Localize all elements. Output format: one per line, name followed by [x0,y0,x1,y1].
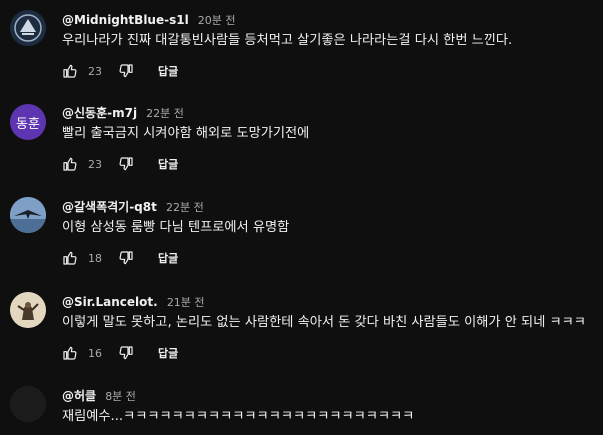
avatar[interactable] [10,197,46,233]
comment-author[interactable]: @MidnightBlue-s1l [62,13,189,27]
comment-author[interactable]: @허클 [62,389,96,403]
comment-author[interactable]: @Sir.Lancelot. [62,295,158,309]
thumbs-up-icon[interactable] [62,345,78,361]
comment-text: 이렇게 말도 못하고, 논리도 없는 사람한테 속아서 돈 갖다 바친 사람들도… [62,315,586,330]
thumbs-down-icon[interactable] [118,250,134,266]
like-count: 16 [88,346,102,360]
profile-picture-icon [10,386,46,422]
comment-time[interactable]: 21분 전 [167,296,205,309]
comment-time[interactable]: 8분 전 [105,390,136,403]
comment-actions: 23 답글 [62,61,178,81]
knight-icon [10,292,46,328]
avatar[interactable]: 동훈 [10,104,46,140]
reply-button[interactable]: 답글 [158,63,178,79]
thumbs-down-icon[interactable] [118,63,134,79]
comment-time[interactable]: 22분 전 [146,107,184,120]
avatar[interactable] [10,10,46,46]
like-count: 18 [88,251,102,265]
thumbs-up-icon[interactable] [62,250,78,266]
comment-author[interactable]: @신동훈-m7j [62,106,137,120]
like-count: 23 [88,64,102,78]
thumbs-up-icon[interactable] [62,156,78,172]
thumbs-up-icon[interactable] [62,63,78,79]
bomber-plane-icon [10,197,46,233]
avatar[interactable] [10,292,46,328]
reply-button[interactable]: 답글 [158,156,178,172]
reply-button[interactable]: 답글 [158,250,178,266]
avatar[interactable] [10,386,46,422]
comment-actions: 18 답글 [62,248,178,268]
comment-time[interactable]: 22분 전 [166,201,204,214]
comment-text: 빨리 출국금지 시켜야함 해외로 도망가기전에 [62,126,310,141]
avatar-initials: 동훈 [16,116,40,132]
comment-actions: 23 답글 [62,154,178,174]
comment-actions: 16 답글 [62,343,178,363]
thumbs-down-icon[interactable] [118,156,134,172]
comment-time[interactable]: 20분 전 [198,14,236,27]
like-count: 23 [88,157,102,171]
comment-text: 우리나라가 진짜 대갈통빈사람들 등처먹고 살기좋은 나라라는걸 다시 한번 느… [62,33,513,48]
reply-button[interactable]: 답글 [158,345,178,361]
thumbs-down-icon[interactable] [118,345,134,361]
emblem-icon [10,10,46,46]
comment-author[interactable]: @갈색폭격기-q8t [62,200,157,214]
comment-text: 재림예수...ㅋㅋㅋㅋㅋㅋㅋㅋㅋㅋㅋㅋㅋㅋㅋㅋㅋㅋㅋㅋㅋㅋㅋㅋ [62,409,415,424]
comment-text: 이형 삼성동 룸빵 다님 텐프로에서 유명함 [62,220,290,235]
